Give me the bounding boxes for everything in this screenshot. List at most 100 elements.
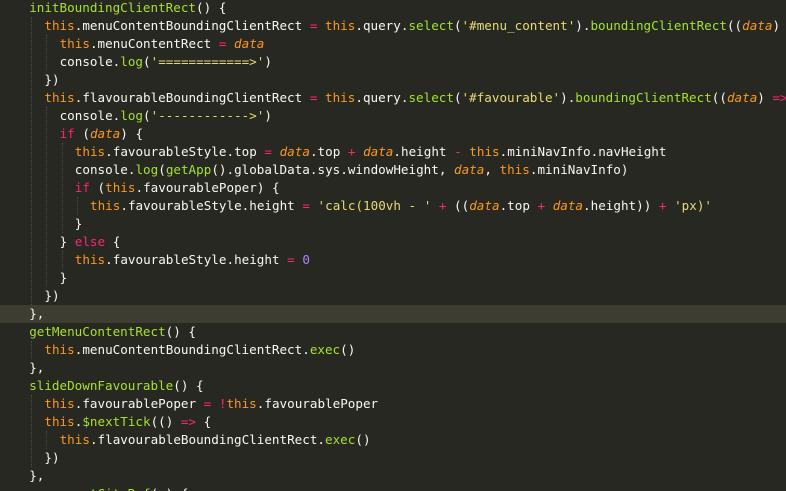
code-token-punct: ( [89,180,106,195]
code-token-punct: }) [44,72,60,87]
code-line[interactable]: this.menuContentBoundingClientRect = thi… [0,17,786,35]
code-line[interactable]: }) [0,287,786,305]
code-token-ident: height [401,144,447,159]
code-line[interactable]: }, [0,359,786,377]
code-token-punct: ) { [256,180,280,195]
code-token-ident: top [234,144,257,159]
code-token-punct: }) [44,450,60,465]
code-line[interactable]: getMenuContentRect() { [0,323,786,341]
code-token-kw: => [180,414,197,429]
code-line[interactable]: } [0,215,786,233]
code-line[interactable]: this.favourableStyle.height = 'calc(100v… [0,197,786,215]
code-token-ident: query [362,18,401,33]
code-token-punct: . [393,144,401,159]
code-token-fn: initBoundingClientRect [29,0,196,15]
code-line[interactable]: }, [0,467,786,485]
code-token-this: this [226,396,257,411]
code-line[interactable]: if (this.favourablePoper) { [0,179,786,197]
code-token-fn: log [135,162,159,177]
code-editor[interactable]: initBoundingClientRect() {this.menuConte… [0,0,786,491]
code-token-punct: ) [757,90,773,105]
code-line[interactable]: }) [0,449,786,467]
code-line[interactable]: if (data) { [0,125,786,143]
code-token-ident: console [59,108,113,123]
code-token-param: data [279,144,310,159]
code-token-punct [29,486,75,491]
code-line[interactable]: this.menuContentRect = data [0,35,786,53]
code-line[interactable]: this.favourableStyle.top = data.top + da… [0,143,786,161]
code-token-punct: . [89,432,98,447]
code-token-punct: , [484,162,500,177]
code-token-str: '------------>' [150,108,265,123]
code-token-punct: . [309,144,318,159]
code-line[interactable]: console.log('------------>') [0,107,786,125]
code-token-punct [196,396,204,411]
code-line[interactable]: this.menuContentBoundingClientRect.exec(… [0,341,786,359]
code-line[interactable]: console.log('============>') [0,53,786,71]
code-token-punct [211,396,219,411]
code-token-ident: console [74,162,128,177]
code-area[interactable]: initBoundingClientRect() {this.menuConte… [0,0,786,491]
code-token-punct: ( [74,126,90,141]
code-token-this: this [44,90,75,105]
code-token-fn: log [120,54,144,69]
code-token-punct: } [59,270,68,285]
code-token-punct: . [355,90,363,105]
code-token-str: 'calc(100vh - ' [317,198,432,213]
code-token-punct: . [89,36,98,51]
code-token-this: this [74,252,106,267]
code-token-param: data [454,162,485,177]
code-line[interactable]: this.$nextTick(() => { [0,413,786,431]
code-token-punct: )) [636,198,652,213]
code-token-fn: exec [325,432,356,447]
code-token-ident: favourableStyle [112,252,227,267]
code-token-this: this [325,18,356,33]
code-line[interactable]: console.log(getApp().globalData.sys.wind… [0,161,786,179]
code-token-this: this [44,414,75,429]
code-token-ident: favourableStyle [127,198,242,213]
code-token-punct: (( [726,18,743,33]
code-token-punct: ) [620,162,629,177]
code-token-ident: favourablePoper [82,396,197,411]
code-token-punct [355,144,363,159]
code-token-kw: if [74,180,90,195]
code-line[interactable]: initBoundingClientRect() { [0,0,786,17]
code-token-op: - [454,144,462,159]
code-token-punct: ( [453,90,462,105]
code-token-this: this [44,396,75,411]
code-token-ident: top [317,144,341,159]
code-token-this: this [499,162,530,177]
code-line[interactable]: this.flavourableBoundingClientRect = thi… [0,89,786,107]
code-token-punct: . [340,162,348,177]
code-token-punct [666,198,674,213]
code-token-fn: boundingClientRect [575,90,712,105]
code-line[interactable]: }, [0,305,786,323]
code-token-this: this [74,144,106,159]
code-line[interactable]: }) [0,71,786,89]
code-token-fn: log [120,108,144,123]
code-line[interactable]: this.flavourableBoundingClientRect.exec(… [0,431,786,449]
code-line[interactable]: this.favourablePoper = !this.favourableP… [0,395,786,413]
code-token-ident: menuContentBoundingClientRect [82,18,303,33]
code-token-punct: }) [44,288,60,303]
code-line[interactable]: this.favourableStyle.height = 0 [0,251,786,269]
code-token-num: 0 [302,252,310,267]
code-line[interactable]: setCityRef(e) { [0,485,786,491]
code-token-punct [317,18,325,33]
code-token-punct: } [59,234,75,249]
code-token-ident: miniNavInfo [507,144,591,159]
code-token-punct: ( [143,108,151,123]
code-line[interactable]: } else { [0,233,786,251]
code-line[interactable]: } [0,269,786,287]
code-token-ident: menuContentBoundingClientRect [82,342,303,357]
code-token-op: = [287,252,295,267]
code-token-punct: (e) { [151,486,189,491]
code-token-ident: sys [317,162,341,177]
code-token-fn: slideDownFavourable [29,378,174,393]
code-token-fn: getApp [165,162,212,177]
code-token-ident: height [234,252,280,267]
code-token-ident: query [362,90,401,105]
code-token-this: this [90,198,121,213]
code-token-ident: navHeight [598,144,667,159]
code-line[interactable]: slideDownFavourable() { [0,377,786,395]
